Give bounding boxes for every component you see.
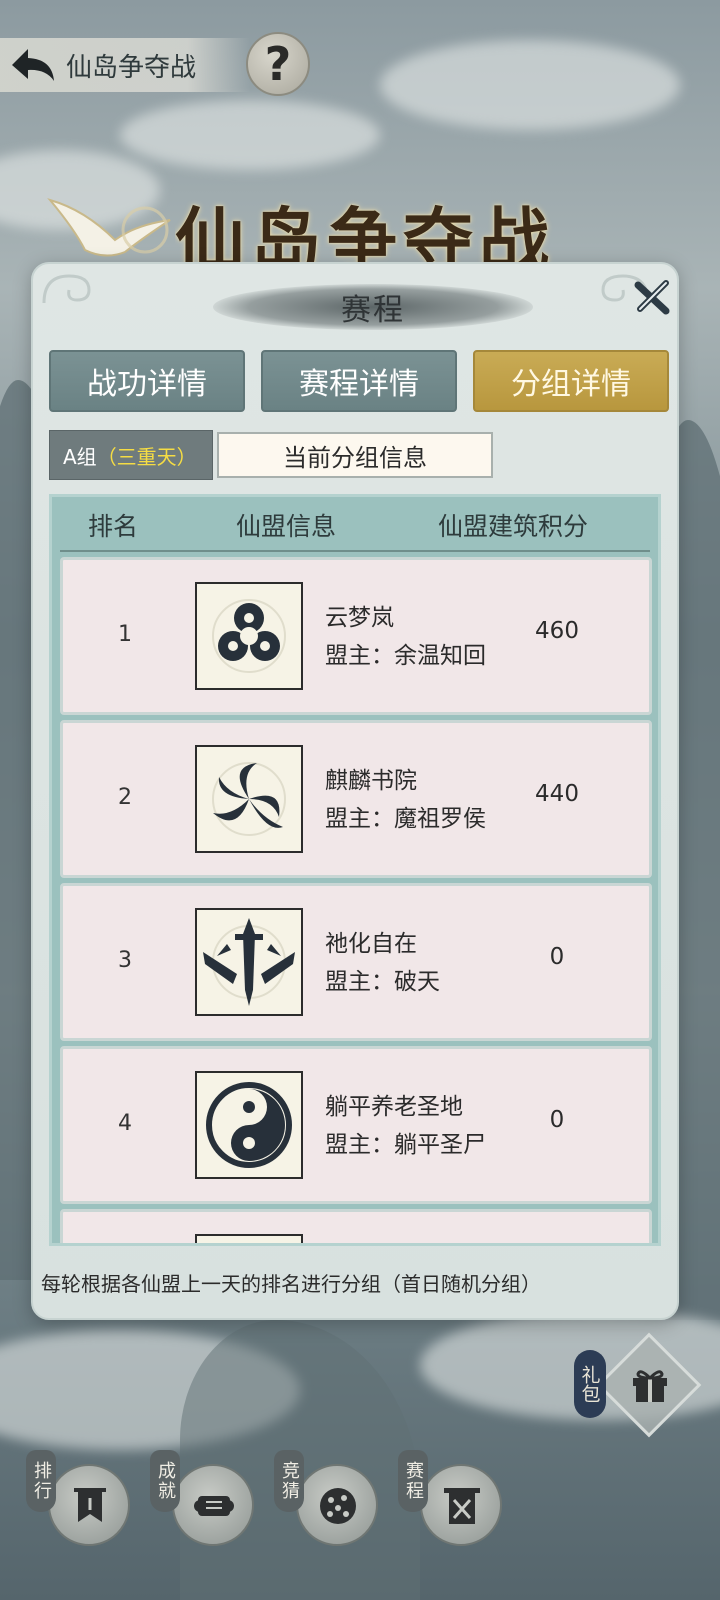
rank-value: 3 [118, 948, 132, 973]
dialog-title: 赛程 [341, 293, 405, 328]
dialog-header: 赛程 [213, 280, 533, 334]
nav-schedule-button[interactable]: 赛程 [398, 1450, 548, 1560]
group-level: （三重天） [96, 444, 197, 469]
nav-guess-label: 竞猜 [274, 1450, 304, 1512]
column-header-alliance-info: 仙盟信息 [236, 512, 337, 541]
nav-ranking-label: 排行 [26, 1450, 56, 1512]
table-row[interactable]: 3 祂化自在 盟主：破天 0 [60, 883, 652, 1041]
vortex-emblem-icon [195, 745, 303, 853]
group-name: A组 [63, 444, 97, 469]
tab-schedule-details[interactable]: 赛程详情 [261, 350, 457, 412]
column-header-building-score: 仙盟建筑积分 [438, 512, 589, 541]
alliance-leader: 盟主：躺平圣尸 [325, 1132, 486, 1158]
crane-decoration [47, 198, 171, 257]
corner-swirl-decoration [42, 274, 91, 304]
alliance-leader: 盟主：余温知回 [325, 643, 486, 669]
alliance-name: 麒麟书院 [325, 768, 417, 794]
table-rows[interactable]: 1 云梦岚 盟主：余温知回 460 2 麒麟书院 盟主：魔祖罗侯 440 3 祂… [60, 557, 652, 1243]
column-header-rank: 排名 [88, 512, 139, 541]
nav-achievement-label: 成就 [150, 1450, 180, 1512]
table-header: 排名 仙盟信息 仙盟建筑积分 [52, 497, 658, 549]
schedule-banner-icon [444, 1488, 480, 1524]
tab-merit-details[interactable]: 战功详情 [49, 350, 245, 412]
building-score: 460 [535, 618, 579, 644]
table-row[interactable]: 1 云梦岚 盟主：余温知回 460 [60, 557, 652, 715]
close-button[interactable] [631, 276, 673, 318]
alliance-name: 祂化自在 [325, 931, 417, 957]
alliance-name: 躺平养老圣地 [325, 1094, 463, 1120]
alliance-leader: 盟主：破天 [325, 969, 440, 995]
dice-ball-icon [320, 1488, 356, 1524]
building-score: 440 [535, 781, 579, 807]
emblem-icon [195, 1234, 303, 1243]
tab-group-details[interactable]: 分组详情 [473, 350, 669, 412]
current-group-info-field[interactable]: 当前分组信息 [217, 432, 493, 478]
trefoil-emblem-icon [195, 582, 303, 690]
help-button[interactable]: ? [246, 32, 310, 96]
grouping-rule-note: 每轮根据各仙盟上一天的排名进行分组（首日随机分组） [41, 1272, 541, 1296]
rank-value: 2 [118, 785, 132, 810]
group-ranking-table: 排名 仙盟信息 仙盟建筑积分 1 云梦岚 盟主：余温知回 460 2 麒麟书院 … [49, 494, 661, 1246]
alliance-leader: 盟主：魔祖罗侯 [325, 806, 486, 832]
rank-value: 4 [118, 1111, 132, 1136]
table-row[interactable] [60, 1209, 652, 1243]
scroll-icon [194, 1496, 234, 1516]
building-score: 0 [549, 1107, 565, 1133]
rank-value: 1 [118, 622, 132, 647]
nav-schedule-label: 赛程 [398, 1450, 428, 1512]
alliance-name: 云梦岚 [325, 605, 394, 631]
gift-box-icon [633, 1370, 667, 1402]
building-score: 0 [549, 944, 565, 970]
event-banner-title: 仙岛争夺战 [175, 199, 555, 265]
question-mark-icon: ? [264, 37, 292, 91]
close-icon [634, 280, 670, 315]
yinyang-emblem-icon [195, 1071, 303, 1179]
top-bar-title: 仙岛争夺战 [66, 52, 197, 83]
swords-emblem-icon [195, 908, 303, 1016]
table-row[interactable]: 4 躺平养老圣地 盟主：躺平圣尸 0 [60, 1046, 652, 1204]
schedule-dialog: 赛程 战功详情 赛程详情 分组详情 A组 （三重天） 当前分组信息 排名 仙盟信… [31, 262, 679, 1320]
banner-flag-icon [74, 1488, 106, 1522]
group-selector[interactable]: A组 （三重天） [49, 430, 213, 480]
top-bar: 仙岛争夺战 [0, 38, 250, 92]
table-row[interactable]: 2 麒麟书院 盟主：魔祖罗侯 440 [60, 720, 652, 878]
gift-pack-label: 礼包 [574, 1350, 606, 1418]
back-arrow-icon [12, 49, 54, 81]
back-button[interactable] [0, 38, 66, 92]
